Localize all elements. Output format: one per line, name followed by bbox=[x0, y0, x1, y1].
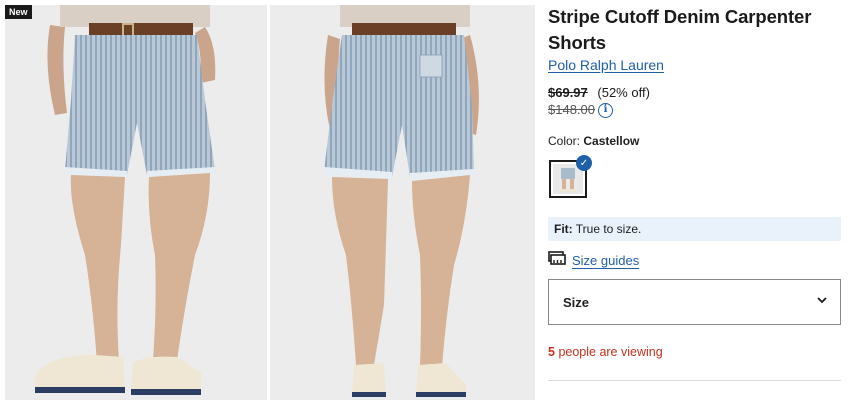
product-image-back[interactable] bbox=[270, 5, 535, 400]
product-gallery: New bbox=[0, 0, 540, 400]
color-name: Castellow bbox=[583, 134, 640, 148]
viewing-notice: 5 people are viewing bbox=[548, 345, 663, 359]
product-image-front[interactable] bbox=[5, 5, 267, 400]
fit-label: Fit: bbox=[554, 222, 573, 236]
original-price-row: $148.00 i bbox=[548, 102, 613, 118]
ruler-icon bbox=[548, 251, 566, 270]
color-label: Color: bbox=[548, 134, 581, 148]
size-dropdown-label: Size bbox=[563, 294, 590, 310]
fit-text: True to size. bbox=[575, 222, 642, 236]
product-title: Stripe Cutoff Denim Carpenter Shorts bbox=[548, 6, 812, 53]
brand-link[interactable]: Polo Ralph Lauren bbox=[548, 57, 664, 73]
size-guides-link[interactable]: Size guides bbox=[548, 251, 639, 270]
chevron-down-icon bbox=[816, 293, 828, 311]
fit-info: Fit: True to size. bbox=[548, 217, 841, 241]
discount-percent: (52% off) bbox=[597, 85, 650, 100]
price-row: $69.97 (52% off) bbox=[548, 85, 650, 101]
viewer-count: 5 bbox=[548, 345, 555, 359]
product-details: Stripe Cutoff Denim Carpenter Shorts Pol… bbox=[548, 0, 842, 400]
size-guides-label: Size guides bbox=[572, 253, 640, 268]
check-icon: ✓ bbox=[576, 155, 592, 171]
viewing-text: people are viewing bbox=[558, 345, 663, 359]
color-row: Color: Castellow bbox=[548, 134, 639, 148]
original-price: $148.00 bbox=[548, 102, 595, 117]
sale-price: $69.97 bbox=[548, 85, 588, 100]
size-dropdown[interactable]: Size bbox=[548, 279, 841, 325]
info-icon[interactable]: i bbox=[598, 102, 613, 118]
new-badge: New bbox=[5, 5, 32, 19]
divider bbox=[548, 380, 841, 381]
